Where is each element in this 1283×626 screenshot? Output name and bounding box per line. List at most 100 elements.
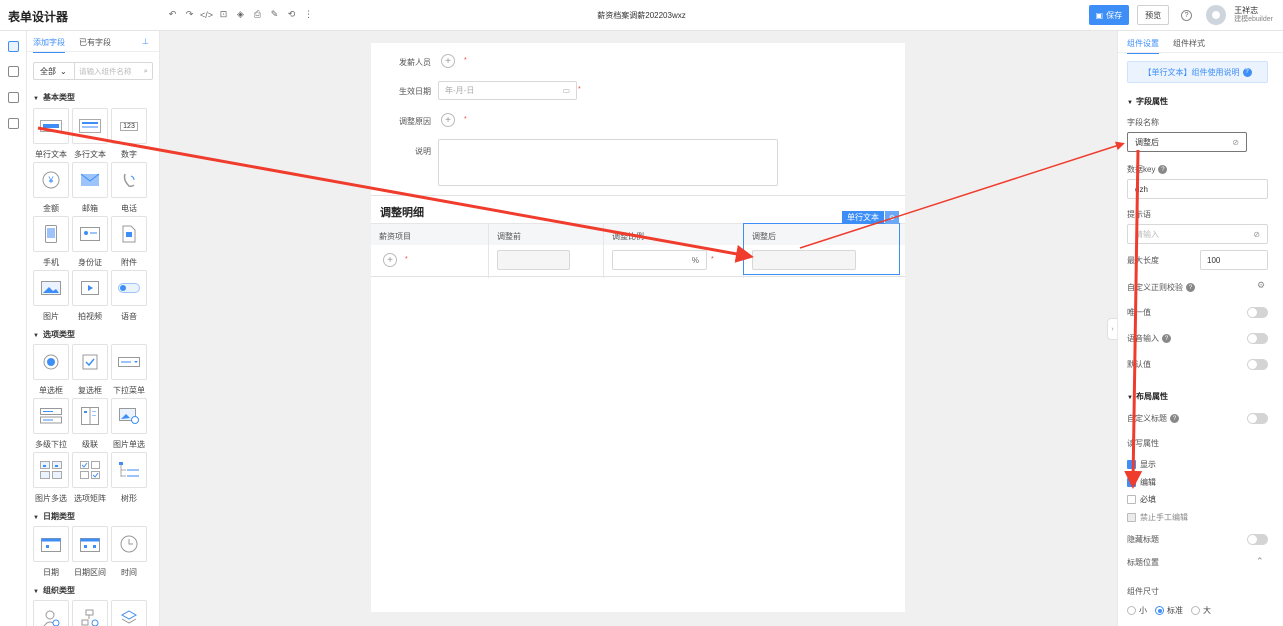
- field-person[interactable]: [33, 600, 69, 626]
- field-video[interactable]: 拍视频: [72, 270, 108, 322]
- field-image[interactable]: 图片: [33, 270, 69, 322]
- field-single-text[interactable]: 单行文本: [33, 108, 69, 160]
- effective-date-input[interactable]: 年-月-日 ▭: [438, 81, 577, 100]
- ratio-input[interactable]: %: [612, 250, 707, 270]
- redo-icon[interactable]: ↷: [181, 7, 198, 22]
- field-multi-text[interactable]: 多行文本: [72, 108, 108, 160]
- voice-input-toggle[interactable]: [1247, 333, 1268, 344]
- radio-icon: [33, 344, 69, 380]
- no-manual-edit-checkbox[interactable]: 禁止手工编辑: [1127, 512, 1188, 523]
- gear-icon[interactable]: ⚙: [1257, 280, 1265, 291]
- chevron-up-icon[interactable]: ⌃: [1256, 556, 1264, 567]
- description-textarea[interactable]: [438, 139, 778, 186]
- edit-icon[interactable]: ✎: [266, 7, 283, 22]
- layout-rail-icon[interactable]: [8, 66, 19, 77]
- section-basic[interactable]: ▼ 基本类型: [33, 92, 75, 103]
- field-phone[interactable]: 电话: [111, 162, 147, 214]
- field-date-range[interactable]: 日期区间: [72, 526, 108, 578]
- tree-icon: [111, 452, 147, 488]
- image-multi-icon: [33, 452, 69, 488]
- field-mobile[interactable]: 手机: [33, 216, 69, 268]
- field-email[interactable]: 邮箱: [72, 162, 108, 214]
- add-reason-icon[interactable]: +: [441, 113, 455, 127]
- chart-rail-icon[interactable]: [8, 92, 19, 103]
- field-cascade[interactable]: 级联: [72, 398, 108, 450]
- section-layout-props[interactable]: ▼ 布局属性: [1127, 391, 1168, 402]
- size-radio-standard[interactable]: 标准: [1155, 605, 1183, 616]
- max-length-input[interactable]: 100: [1200, 250, 1268, 270]
- checkbox-icon: [72, 344, 108, 380]
- hide-title-toggle[interactable]: [1247, 534, 1268, 545]
- field-attachment[interactable]: 附件: [111, 216, 147, 268]
- required-checkbox[interactable]: 必填: [1127, 494, 1156, 505]
- field-radio[interactable]: 单选框: [33, 344, 69, 396]
- field-image-radio[interactable]: 图片单选: [111, 398, 147, 450]
- title-position-label: 标题位置: [1127, 558, 1159, 567]
- preview-button[interactable]: 预览: [1137, 5, 1170, 25]
- collapse-panel-handle[interactable]: ›: [1107, 318, 1117, 340]
- hint-input[interactable]: 请输入 ⊘: [1127, 224, 1268, 244]
- field-checkbox[interactable]: 复选框: [72, 344, 108, 396]
- custom-title-toggle[interactable]: [1247, 413, 1268, 424]
- required-mark-icon: *: [711, 256, 714, 263]
- component-search-input[interactable]: 请输入组件名称 ⌕: [74, 62, 153, 80]
- section-option[interactable]: ▼ 选项类型: [33, 329, 75, 340]
- history-icon[interactable]: ⟲: [283, 7, 300, 22]
- rule-rail-icon[interactable]: [8, 118, 19, 129]
- default-value-toggle[interactable]: [1247, 359, 1268, 370]
- help-icon[interactable]: ?: [1181, 9, 1193, 21]
- size-radio-large[interactable]: 大: [1191, 605, 1211, 616]
- section-org[interactable]: ▼ 组织类型: [33, 585, 75, 596]
- show-checkbox[interactable]: 显示: [1127, 459, 1156, 470]
- field-image-multi[interactable]: 图片多选: [33, 452, 69, 504]
- selected-component-outline[interactable]: [743, 223, 900, 275]
- save-button[interactable]: ▣ 保存: [1088, 5, 1130, 25]
- field-label: 电话: [121, 204, 137, 213]
- before-value-input[interactable]: [497, 250, 570, 270]
- field-tree[interactable]: 树形: [111, 452, 147, 504]
- column-divider: [488, 223, 489, 278]
- field-date[interactable]: 日期: [33, 526, 69, 578]
- field-amount[interactable]: ¥ 金额: [33, 162, 69, 214]
- field-branch[interactable]: [111, 600, 147, 626]
- field-dropdown[interactable]: 下拉菜单: [111, 344, 147, 396]
- field-name-input[interactable]: 调整后 ⊘: [1127, 132, 1247, 152]
- required-mark-icon: *: [578, 86, 581, 93]
- add-issuer-icon[interactable]: +: [441, 54, 455, 68]
- undo-icon[interactable]: ↶: [164, 7, 181, 22]
- field-label: 附件: [121, 258, 137, 267]
- code-icon[interactable]: </>: [198, 7, 215, 22]
- edit-checkbox[interactable]: 编辑: [1127, 477, 1156, 488]
- field-option-matrix[interactable]: 选项矩阵: [72, 452, 108, 504]
- category-select[interactable]: 全部 ⌄: [33, 62, 75, 80]
- clear-icon[interactable]: ⊘: [1253, 230, 1260, 239]
- clock-icon: [111, 526, 147, 562]
- add-salary-item-icon[interactable]: +: [383, 253, 397, 267]
- more-icon[interactable]: ⋮: [300, 7, 317, 22]
- required-mark-icon: *: [405, 256, 408, 263]
- field-time[interactable]: 时间: [111, 526, 147, 578]
- field-multi-dropdown[interactable]: 多级下拉: [33, 398, 69, 450]
- dropdown-icon: [111, 344, 147, 380]
- avatar[interactable]: [1206, 5, 1227, 25]
- print-icon[interactable]: ⎙: [249, 7, 266, 22]
- field-number[interactable]: 123 数字: [111, 108, 147, 160]
- layers-icon[interactable]: ◈: [232, 7, 249, 22]
- form-rail-icon[interactable]: [8, 41, 19, 52]
- field-id-card[interactable]: 身份证: [72, 216, 108, 268]
- unique-toggle[interactable]: [1247, 307, 1268, 318]
- user-org: 建模ebuilder: [1234, 16, 1273, 23]
- component-size-label: 组件尺寸: [1127, 587, 1159, 596]
- field-voice[interactable]: 语音: [111, 270, 147, 322]
- clear-icon[interactable]: ⊘: [1232, 138, 1239, 147]
- component-settings-icon[interactable]: ⚙: [885, 211, 899, 224]
- template-icon[interactable]: ⊡: [215, 7, 232, 22]
- data-key-input[interactable]: dzh: [1127, 179, 1268, 199]
- toolbar: ↶ ↷ </> ⊡ ◈ ⎙ ✎ ⟲ ⋮: [164, 7, 317, 22]
- pin-icon[interactable]: ⊥: [142, 37, 149, 46]
- component-usage-link[interactable]: 【单行文本】组件使用说明 ?: [1127, 61, 1268, 83]
- section-date[interactable]: ▼ 日期类型: [33, 511, 75, 522]
- section-field-props[interactable]: ▼ 字段属性: [1127, 96, 1168, 107]
- field-department[interactable]: [72, 600, 108, 626]
- size-radio-small[interactable]: 小: [1127, 605, 1147, 616]
